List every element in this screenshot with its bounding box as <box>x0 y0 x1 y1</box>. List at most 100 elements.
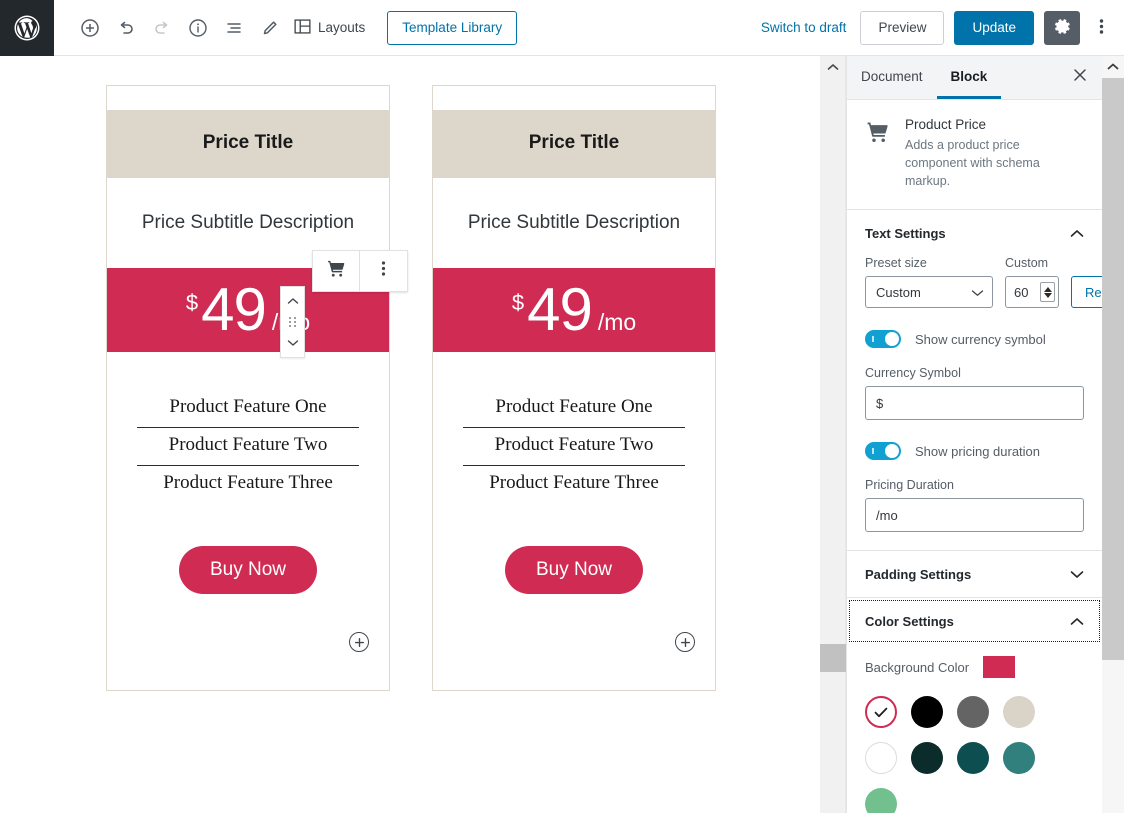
show-pricing-duration-toggle[interactable] <box>865 442 901 460</box>
toggle-knob <box>885 444 899 458</box>
feature-item[interactable]: Product Feature One <box>463 390 685 428</box>
pricing-duration-input[interactable] <box>865 498 1084 532</box>
feature-item[interactable]: Product Feature One <box>137 390 359 428</box>
more-options-button[interactable] <box>1086 11 1116 45</box>
custom-size-group: Custom <box>1005 256 1059 308</box>
tab-document[interactable]: Document <box>847 56 937 99</box>
close-sidebar-button[interactable] <box>1058 56 1102 99</box>
spinner-up-icon[interactable] <box>1044 287 1052 292</box>
custom-size-input[interactable] <box>1014 285 1036 300</box>
price-inner: $ 49 /mo <box>512 280 636 340</box>
block-info-text: Product Price Adds a product price compo… <box>905 117 1084 190</box>
feature-item[interactable]: Product Feature Three <box>463 466 685 503</box>
tab-block[interactable]: Block <box>937 56 1002 99</box>
pricing-duration-label: Pricing Duration <box>865 478 1084 492</box>
padding-settings-title: Padding Settings <box>865 567 971 582</box>
add-block-button[interactable] <box>72 10 108 46</box>
currency-symbol-input[interactable] <box>865 386 1084 420</box>
price-amount-block[interactable]: $ 49 /mo <box>433 268 715 352</box>
settings-gear-button[interactable] <box>1044 11 1080 45</box>
buy-now-button[interactable]: Buy Now <box>505 546 643 594</box>
color-swatch-light-green[interactable] <box>865 788 897 813</box>
card-top-spacer <box>433 86 715 110</box>
kebab-menu-icon <box>381 259 386 283</box>
price-duration-text: /mo <box>598 309 636 336</box>
block-options-button[interactable] <box>360 251 407 291</box>
feature-item[interactable]: Product Feature Two <box>137 428 359 466</box>
card-appender-row <box>107 594 389 690</box>
currency-symbol-label: Currency Symbol <box>865 366 1084 380</box>
color-swatch-gray[interactable] <box>957 696 989 728</box>
custom-size-label: Custom <box>1005 256 1059 270</box>
topbar-right-actions: Switch to draft Preview Update <box>747 10 1124 46</box>
pricing-card[interactable]: Price Title Price Subtitle Description $… <box>106 85 390 691</box>
color-swatch-dark-teal-black[interactable] <box>911 742 943 774</box>
color-palette <box>847 678 1083 813</box>
move-block-up-button[interactable] <box>281 291 304 311</box>
toggle-on-bar-icon <box>872 336 874 342</box>
edit-pencil-button[interactable] <box>252 10 288 46</box>
price-amount-value: 49 <box>527 280 592 340</box>
color-swatch-crimson[interactable] <box>865 696 897 728</box>
color-swatch-beige[interactable] <box>1003 696 1035 728</box>
pricing-card[interactable]: Price Title Price Subtitle Description $… <box>432 85 716 691</box>
page-scroll-up-button[interactable] <box>1102 56 1124 76</box>
chevron-up-icon <box>287 292 299 310</box>
show-currency-symbol-label: Show currency symbol <box>915 332 1046 347</box>
page-scrollbar[interactable] <box>1102 56 1124 813</box>
template-library-button[interactable]: Template Library <box>387 11 517 45</box>
canvas-scroll-up-button[interactable] <box>820 56 846 78</box>
reset-font-size-button[interactable]: Reset <box>1071 276 1102 308</box>
kebab-menu-icon <box>1099 17 1104 39</box>
canvas-scrollbar[interactable] <box>820 56 846 813</box>
feature-list: Product Feature One Product Feature Two … <box>107 352 389 503</box>
text-settings-title: Text Settings <box>865 226 946 241</box>
text-settings-panel-header[interactable]: Text Settings <box>847 210 1102 256</box>
color-settings-panel-header[interactable]: Color Settings <box>847 598 1102 644</box>
price-title-block[interactable]: Price Title <box>107 110 389 178</box>
preview-button[interactable]: Preview <box>860 11 944 45</box>
undo-button[interactable] <box>108 10 144 46</box>
block-navigation-button[interactable] <box>216 10 252 46</box>
shopping-cart-icon <box>326 258 347 284</box>
chevron-up-icon <box>1107 57 1119 75</box>
price-title-block[interactable]: Price Title <box>433 110 715 178</box>
wordpress-logo-button[interactable] <box>0 0 54 56</box>
block-appender-plus-icon[interactable] <box>675 632 695 652</box>
buy-now-button[interactable]: Buy Now <box>179 546 317 594</box>
drag-block-handle[interactable] <box>281 312 304 332</box>
block-type-cart-button[interactable] <box>313 251 360 291</box>
move-block-down-button[interactable] <box>281 333 304 353</box>
show-currency-symbol-toggle[interactable] <box>865 330 901 348</box>
padding-settings-panel-header[interactable]: Padding Settings <box>847 551 1102 597</box>
price-subtitle-text[interactable]: Price Subtitle Description <box>433 178 715 268</box>
color-swatch-white[interactable] <box>865 742 897 774</box>
price-currency-symbol: $ <box>186 292 198 314</box>
shopping-cart-icon <box>865 117 891 190</box>
feature-list: Product Feature One Product Feature Two … <box>433 352 715 503</box>
spinner-down-icon[interactable] <box>1044 293 1052 298</box>
color-swatch-medium-teal[interactable] <box>1003 742 1035 774</box>
update-button[interactable]: Update <box>954 11 1034 45</box>
redo-button[interactable] <box>144 10 180 46</box>
color-swatch-dark-teal[interactable] <box>957 742 989 774</box>
switch-to-draft-button[interactable]: Switch to draft <box>747 10 861 46</box>
page-scrollbar-thumb[interactable] <box>1102 78 1124 660</box>
currency-symbol-group: Currency Symbol <box>865 366 1084 420</box>
text-settings-panel: Text Settings Preset size Custom Custo <box>847 210 1102 551</box>
preset-size-value: Custom <box>876 285 921 300</box>
feature-item[interactable]: Product Feature Two <box>463 428 685 466</box>
color-swatch-black[interactable] <box>911 696 943 728</box>
custom-size-stepper[interactable] <box>1005 276 1059 308</box>
canvas-scrollbar-thumb[interactable] <box>820 644 846 672</box>
content-info-button[interactable] <box>180 10 216 46</box>
block-appender-plus-icon[interactable] <box>349 632 369 652</box>
block-info-card: Product Price Adds a product price compo… <box>847 100 1102 210</box>
preset-size-select[interactable]: Custom <box>865 276 993 308</box>
custom-size-spinner[interactable] <box>1040 282 1055 302</box>
pricing-duration-group: Pricing Duration <box>865 478 1084 532</box>
font-size-controls: Preset size Custom Custom <box>865 256 1084 308</box>
feature-item[interactable]: Product Feature Three <box>137 466 359 503</box>
layouts-button[interactable]: Layouts <box>288 10 371 46</box>
editor-top-bar: Layouts Template Library Switch to draft… <box>0 0 1124 56</box>
